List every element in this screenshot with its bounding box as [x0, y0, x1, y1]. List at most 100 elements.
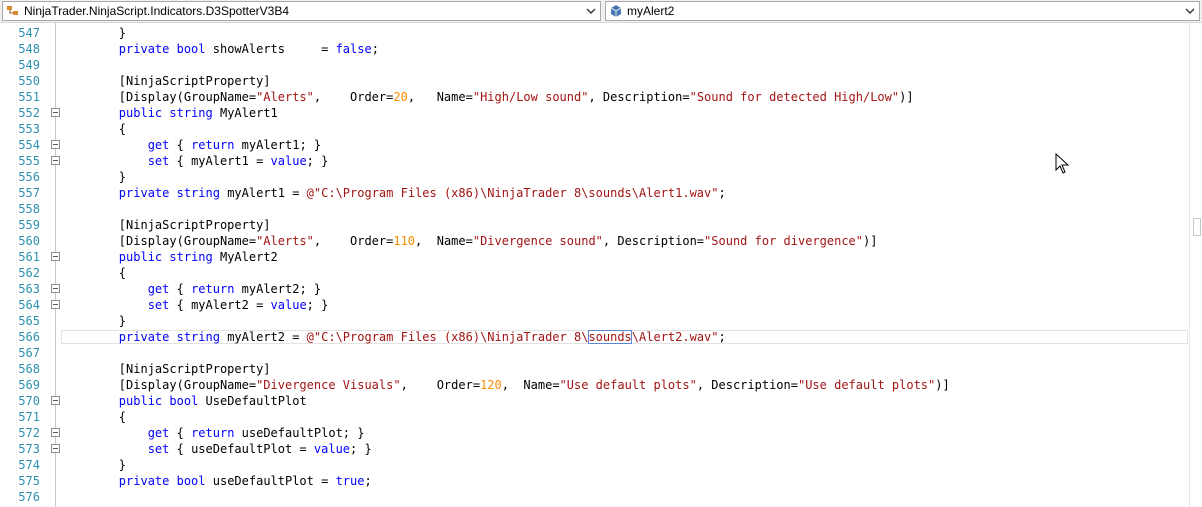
- line-number: 552: [18, 106, 40, 120]
- class-icon: [6, 4, 20, 18]
- code-line[interactable]: 552 public string MyAlert1: [0, 105, 1189, 121]
- mouse-pointer-icon: [1055, 152, 1071, 175]
- code-line[interactable]: 550 [NinjaScriptProperty]: [0, 73, 1189, 89]
- line-number: 561: [18, 250, 40, 264]
- code-line[interactable]: 547 }: [0, 25, 1189, 41]
- code-text: private bool useDefaultPlot = true;: [118, 474, 372, 488]
- collapse-icon[interactable]: [51, 428, 60, 437]
- code-text: get { return myAlert1; }: [147, 138, 322, 152]
- line-number: 553: [18, 122, 40, 136]
- chevron-down-icon[interactable]: [585, 5, 597, 17]
- line-number: 566: [18, 330, 40, 344]
- code-line[interactable]: 554 get { return myAlert1; }: [0, 137, 1189, 153]
- line-number: 568: [18, 362, 40, 376]
- line-number: 550: [18, 74, 40, 88]
- code-text: set { useDefaultPlot = value; }: [147, 442, 372, 456]
- code-line[interactable]: 559 [NinjaScriptProperty]: [0, 217, 1189, 233]
- line-number: 558: [18, 202, 40, 216]
- code-line[interactable]: 572 get { return useDefaultPlot; }: [0, 425, 1189, 441]
- line-number: 565: [18, 314, 40, 328]
- code-editor[interactable]: 547 } 548 private bool showAlerts = false…: [0, 23, 1202, 507]
- code-text: get { return myAlert2; }: [147, 282, 322, 296]
- line-number: 563: [18, 282, 40, 296]
- line-number: 554: [18, 138, 40, 152]
- type-dropdown[interactable]: NinjaTrader.NinjaScript.Indicators.D3Spo…: [2, 1, 601, 21]
- code-line[interactable]: 549: [0, 57, 1189, 73]
- code-line[interactable]: 556 }: [0, 169, 1189, 185]
- code-text: {: [61, 122, 127, 136]
- code-text: set { myAlert1 = value; }: [147, 154, 329, 168]
- code-line[interactable]: 574 }: [0, 457, 1189, 473]
- code-line[interactable]: 560 [Display(GroupName="Alerts", Order=1…: [0, 233, 1189, 249]
- collapse-icon[interactable]: [51, 140, 60, 149]
- code-line[interactable]: 569 [Display(GroupName="Divergence Visua…: [0, 377, 1189, 393]
- code-line[interactable]: 555 set { myAlert1 = value; }: [0, 153, 1189, 169]
- code-text: }: [61, 458, 127, 472]
- code-text: set { myAlert2 = value; }: [147, 298, 329, 312]
- collapse-icon[interactable]: [51, 444, 60, 453]
- line-number: 567: [18, 346, 40, 360]
- code-text: public string MyAlert1: [118, 106, 278, 120]
- collapse-icon[interactable]: [51, 156, 60, 165]
- line-number: 549: [18, 58, 40, 72]
- chevron-down-icon[interactable]: [1184, 5, 1196, 17]
- code-text: }: [61, 314, 127, 328]
- code-line[interactable]: 571 {: [0, 409, 1189, 425]
- code-line[interactable]: 558: [0, 201, 1189, 217]
- navigation-bar: NinjaTrader.NinjaScript.Indicators.D3Spo…: [0, 0, 1202, 23]
- collapse-icon[interactable]: [51, 252, 60, 261]
- code-line[interactable]: 564 set { myAlert2 = value; }: [0, 297, 1189, 313]
- code-text: private bool showAlerts = false;: [118, 42, 379, 56]
- member-dropdown-value: myAlert2: [627, 4, 675, 18]
- line-number: 572: [18, 426, 40, 440]
- type-dropdown-value: NinjaTrader.NinjaScript.Indicators.D3Spo…: [24, 4, 290, 18]
- collapse-icon[interactable]: [51, 300, 60, 309]
- code-text: public string MyAlert2: [118, 250, 278, 264]
- line-number: 555: [18, 154, 40, 168]
- member-dropdown[interactable]: myAlert2: [605, 1, 1200, 21]
- line-number: 564: [18, 298, 40, 312]
- code-line[interactable]: 566 private string myAlert2 = @"C:\Progr…: [0, 329, 1189, 345]
- code-text: [NinjaScriptProperty]: [61, 74, 271, 88]
- code-line[interactable]: 575 private bool useDefaultPlot = true;: [0, 473, 1189, 489]
- code-line[interactable]: 562 {: [0, 265, 1189, 281]
- line-number: 570: [18, 394, 40, 408]
- code-text: {: [61, 266, 127, 280]
- code-line[interactable]: 548 private bool showAlerts = false;: [0, 41, 1189, 57]
- code-text: [Display(GroupName="Divergence Visuals",…: [61, 378, 950, 392]
- line-number: 547: [18, 26, 40, 40]
- code-line[interactable]: 563 get { return myAlert2; }: [0, 281, 1189, 297]
- code-text: [Display(GroupName="Alerts", Order=20, N…: [61, 90, 914, 104]
- code-text: private string myAlert1 = @"C:\Program F…: [118, 186, 726, 200]
- code-line[interactable]: 567: [0, 345, 1189, 361]
- vertical-scrollbar[interactable]: [1189, 23, 1202, 507]
- code-text: public bool UseDefaultPlot: [118, 394, 307, 408]
- collapse-icon[interactable]: [51, 284, 60, 293]
- code-text: }: [61, 26, 127, 40]
- code-text: private string myAlert2 = @"C:\Program F…: [118, 330, 726, 344]
- line-number: 557: [18, 186, 40, 200]
- code-line[interactable]: 568 [NinjaScriptProperty]: [0, 361, 1189, 377]
- code-line[interactable]: 551 [Display(GroupName="Alerts", Order=2…: [0, 89, 1189, 105]
- line-number: 556: [18, 170, 40, 184]
- line-number: 560: [18, 234, 40, 248]
- code-text: [NinjaScriptProperty]: [61, 362, 271, 376]
- line-number: 562: [18, 266, 40, 280]
- code-line[interactable]: 570 public bool UseDefaultPlot: [0, 393, 1189, 409]
- property-icon: [609, 4, 623, 18]
- code-line[interactable]: 561 public string MyAlert2: [0, 249, 1189, 265]
- selected-word: sounds: [588, 330, 632, 344]
- code-text: {: [61, 410, 127, 424]
- line-number: 551: [18, 90, 40, 104]
- code-line[interactable]: 565 }: [0, 313, 1189, 329]
- code-line[interactable]: 553 {: [0, 121, 1189, 137]
- code-line[interactable]: 557 private string myAlert1 = @"C:\Progr…: [0, 185, 1189, 201]
- collapse-icon[interactable]: [51, 108, 60, 117]
- code-line[interactable]: 573 set { useDefaultPlot = value; }: [0, 441, 1189, 457]
- line-number: 576: [18, 490, 40, 504]
- code-line[interactable]: 576: [0, 489, 1189, 505]
- scrollbar-thumb[interactable]: [1193, 218, 1201, 236]
- line-number: 571: [18, 410, 40, 424]
- collapse-icon[interactable]: [51, 396, 60, 405]
- code-text: }: [61, 170, 127, 184]
